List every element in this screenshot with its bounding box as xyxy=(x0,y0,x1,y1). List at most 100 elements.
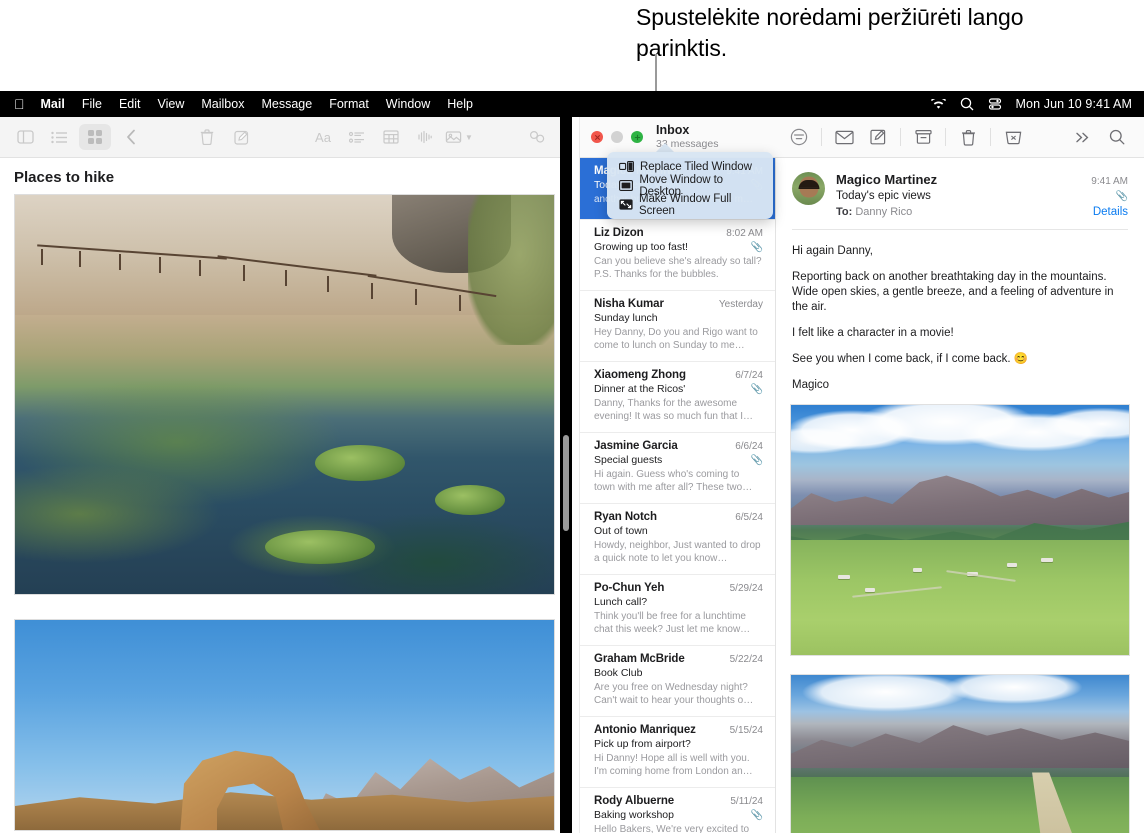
message-sender: Magico Martinez xyxy=(836,172,937,187)
to-label: To: xyxy=(836,206,852,218)
vertical-scrollbar[interactable] xyxy=(560,117,572,833)
message-date: Yesterday xyxy=(719,299,763,310)
junk-icon[interactable] xyxy=(996,124,1030,150)
reading-pane: Magico Martinez 9:41 AM Today's epic vie… xyxy=(776,158,1144,833)
photos-window: Aa ▼ xyxy=(0,117,572,833)
message-subject: Growing up too fast! xyxy=(594,241,688,253)
zoom-button[interactable] xyxy=(631,131,643,143)
list-item[interactable]: Ryan Notch 6/5/24 Out of town Howdy, nei… xyxy=(580,504,775,575)
paperclip-icon: 📎 xyxy=(751,455,763,466)
control-center-icon[interactable] xyxy=(988,97,1002,111)
delete-icon[interactable] xyxy=(193,125,221,149)
message-preview: Hi again. Guess who's coming to town wit… xyxy=(594,468,763,494)
minimize-button[interactable] xyxy=(611,131,623,143)
more-icon[interactable] xyxy=(1066,124,1100,150)
message-body: Hi again Danny, Reporting back on anothe… xyxy=(776,230,1144,393)
window-options-popup[interactable]: Replace Tiled Window Move Window to Desk… xyxy=(607,152,773,219)
search-icon[interactable] xyxy=(1100,124,1134,150)
mail-unread-icon[interactable] xyxy=(827,124,861,150)
message-subject: Lunch call? xyxy=(594,596,647,608)
boardwalk-fence xyxy=(37,245,501,297)
toolbar-divider-4 xyxy=(990,128,991,146)
menu-item-mailbox[interactable]: Mailbox xyxy=(201,97,244,111)
menu-item-view[interactable]: View xyxy=(158,97,185,111)
list-item[interactable]: Po-Chun Yeh 5/29/24 Lunch call? Think yo… xyxy=(580,575,775,646)
menu-item-help[interactable]: Help xyxy=(447,97,473,111)
body-paragraph: Reporting back on another breathtaking d… xyxy=(792,270,1128,315)
callout-text: Spustelėkite norėdami peržiūrėti lango p… xyxy=(636,2,1096,64)
table-icon[interactable] xyxy=(377,125,405,149)
menu-bar-status-area: Mon Jun 10 9:41 AM xyxy=(931,97,1144,111)
page-title: Places to hike xyxy=(0,158,572,194)
audio-icon[interactable] xyxy=(411,125,439,149)
message-date: 6/7/24 xyxy=(735,370,763,381)
text-style-icon[interactable]: Aa xyxy=(309,125,337,149)
menu-bar-clock[interactable]: Mon Jun 10 9:41 AM xyxy=(1016,97,1132,111)
to-value: Danny Rico xyxy=(855,206,912,218)
message-sender: Antonio Manriquez xyxy=(594,724,696,736)
list-item[interactable]: Liz Dizon 8:02 AM Growing up too fast! 📎… xyxy=(580,220,775,291)
message-sender: Xiaomeng Zhong xyxy=(594,369,686,381)
compose-icon[interactable] xyxy=(227,125,255,149)
back-icon[interactable] xyxy=(117,125,145,149)
list-view-icon[interactable] xyxy=(45,125,73,149)
mail-body: Magico Martinez 9:41 AM Today's epic vie… xyxy=(580,158,1144,833)
list-item[interactable]: Rody Albuerne 5/11/24 Baking workshop 📎 … xyxy=(580,788,775,833)
tiled-window-icon xyxy=(617,161,635,172)
list-item[interactable]: Graham McBride 5/22/24 Book Club Are you… xyxy=(580,646,775,717)
list-item[interactable]: Antonio Manriquez 5/15/24 Pick up from a… xyxy=(580,717,775,788)
close-button[interactable] xyxy=(591,131,603,143)
body-signature: Magico xyxy=(792,378,1128,393)
wifi-icon[interactable] xyxy=(931,99,946,110)
list-item[interactable]: Nisha Kumar Yesterday Sunday lunch Hey D… xyxy=(580,291,775,362)
message-preview: Hi Danny! Hope all is well with you. I'm… xyxy=(594,752,763,778)
hot-creek-river-photo[interactable] xyxy=(14,194,555,595)
list-item[interactable]: Xiaomeng Zhong 6/7/24 Dinner at the Rico… xyxy=(580,362,775,433)
mobius-arch-photo[interactable] xyxy=(14,619,555,831)
menu-item-make-window-full-screen[interactable]: Make Window Full Screen xyxy=(607,195,773,214)
menu-item-mail[interactable]: Mail xyxy=(41,97,65,111)
sidebar-toggle-icon[interactable] xyxy=(11,125,39,149)
mountain-trail-photo[interactable] xyxy=(790,674,1130,833)
search-icon[interactable] xyxy=(960,97,974,111)
media-icon[interactable]: ▼ xyxy=(445,125,473,149)
details-link[interactable]: Details xyxy=(1093,206,1128,218)
archive-icon[interactable] xyxy=(906,124,940,150)
filter-icon[interactable] xyxy=(782,124,816,150)
message-preview: Danny, Thanks for the awesome evening! I… xyxy=(594,397,763,423)
message-date: 5/22/24 xyxy=(730,654,763,665)
menu-item-file[interactable]: File xyxy=(82,97,102,111)
menu-item-edit[interactable]: Edit xyxy=(119,97,141,111)
message-subject: Sunday lunch xyxy=(594,312,658,324)
message-date: 6/6/24 xyxy=(735,441,763,452)
delete-icon[interactable] xyxy=(951,124,985,150)
collaborate-icon[interactable] xyxy=(523,125,551,149)
river-island-2 xyxy=(435,485,505,515)
toolbar-divider xyxy=(821,128,822,146)
traffic-lights xyxy=(580,131,643,143)
toolbar-divider-3 xyxy=(945,128,946,146)
river-island-3 xyxy=(265,530,375,564)
scrollbar-thumb[interactable] xyxy=(563,435,569,531)
dolomites-meadow-photo[interactable] xyxy=(790,404,1130,656)
message-list[interactable]: Magico Martinez 9:41 AM Today's epic vie… xyxy=(580,158,776,833)
photos-toolbar: Aa ▼ xyxy=(0,117,572,158)
message-preview: Hello Bakers, We're very excited to have… xyxy=(594,823,763,833)
photo-content xyxy=(791,405,1129,655)
menu-item-window[interactable]: Window xyxy=(386,97,430,111)
apple-logo-icon[interactable]:  xyxy=(14,97,25,111)
message-subject: Pick up from airport? xyxy=(594,738,691,750)
list-format-icon[interactable] xyxy=(343,125,371,149)
message-subject: Today's epic views xyxy=(836,190,931,202)
message-date: 5/11/24 xyxy=(730,796,763,807)
body-paragraph: See you when I come back, if I come back… xyxy=(792,352,1128,367)
compose-icon[interactable] xyxy=(861,124,895,150)
grid-view-icon[interactable] xyxy=(79,124,111,150)
photos-grid xyxy=(0,194,572,831)
paperclip-icon: 📎 xyxy=(751,810,763,821)
menu-item-message[interactable]: Message xyxy=(261,97,312,111)
menu-item-format[interactable]: Format xyxy=(329,97,369,111)
mail-window: Inbox 33 messages xyxy=(580,117,1144,833)
message-preview: Hey Danny, Do you and Rigo want to come … xyxy=(594,326,763,352)
list-item[interactable]: Jasmine Garcia 6/6/24 Special guests 📎 H… xyxy=(580,433,775,504)
